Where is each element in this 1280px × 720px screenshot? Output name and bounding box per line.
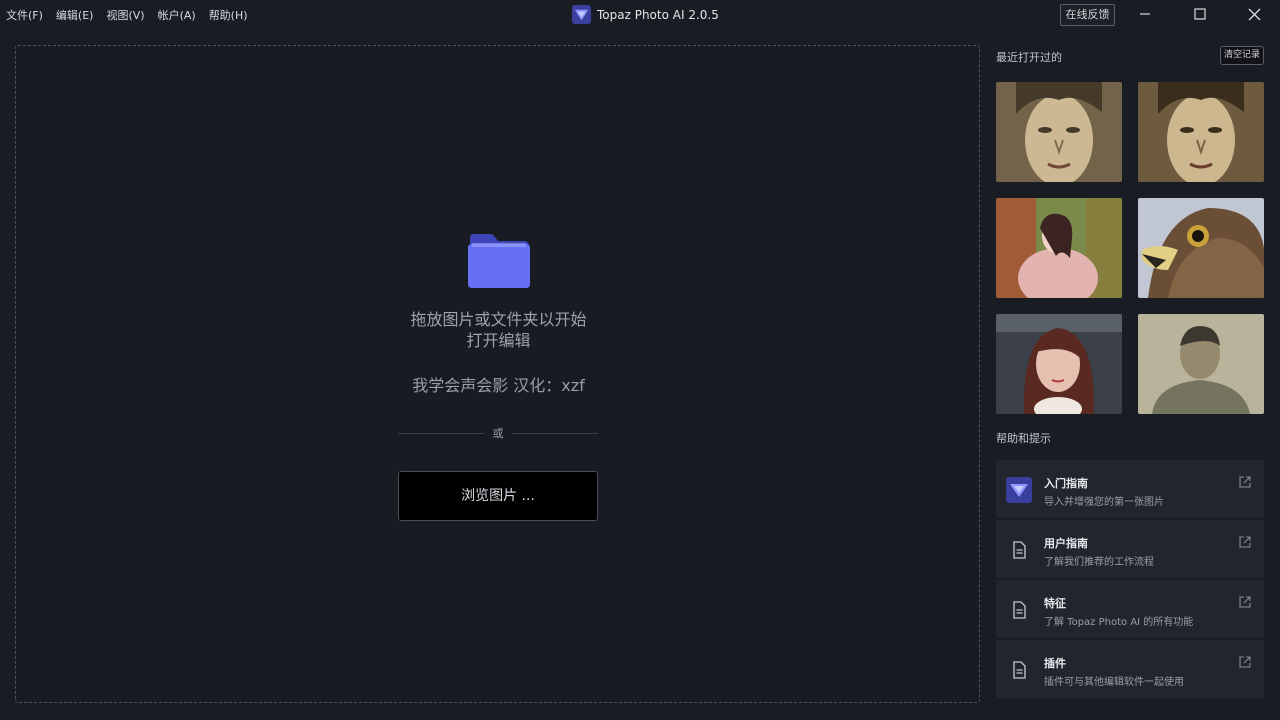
help-card-subtitle: 了解我们推荐的工作流程 [1044, 557, 1154, 568]
woman-portrait-image [996, 314, 1122, 414]
help-title: 帮助和提示 [996, 432, 1051, 445]
help-card-features[interactable]: 特征 了解 Topaz Photo AI 的所有功能 [996, 580, 1264, 639]
woman-blur-image [996, 198, 1122, 298]
drop-instruction-line2: 打开编辑 [466, 331, 531, 350]
drop-zone[interactable]: 拖放图片或文件夹以开始 打开编辑 我学会声会影 汉化：xzf 或 浏览图片 ..… [15, 45, 980, 703]
external-link-icon [1239, 536, 1251, 548]
recent-thumbnail[interactable] [996, 82, 1122, 182]
external-link-icon [1239, 476, 1251, 488]
recent-thumbnail[interactable] [996, 314, 1122, 414]
topaz-logo-icon [1006, 477, 1032, 503]
drop-instruction-line1: 拖放图片或文件夹以开始 [410, 310, 587, 329]
menu-view[interactable]: 视图(V) [106, 7, 144, 23]
topaz-logo-icon [572, 5, 591, 24]
or-divider: 或 [398, 424, 598, 442]
menu-bar: 文件(F) 编辑(E) 视图(V) 帐户(A) 帮助(H) [6, 7, 261, 23]
clear-history-button[interactable]: 清空记录 [1220, 46, 1264, 65]
recent-thumbnail[interactable] [996, 198, 1122, 298]
close-icon[interactable] [1245, 5, 1265, 25]
help-card-subtitle: 插件可与其他编辑软件一起使用 [1044, 677, 1184, 688]
menu-edit[interactable]: 编辑(E) [56, 7, 94, 23]
portrait-sepia-image [1138, 82, 1264, 182]
help-card-user-guide[interactable]: 用户指南 了解我们推荐的工作流程 [996, 520, 1264, 579]
credit-text: 我学会声会影 汉化：xzf [412, 376, 585, 395]
help-card-title: 特征 [1044, 597, 1066, 610]
menu-account[interactable]: 帐户(A) [158, 7, 196, 23]
recent-title: 最近打开过的 [996, 51, 1062, 64]
help-card-title: 入门指南 [1044, 477, 1088, 490]
menu-help[interactable]: 帮助(H) [209, 7, 248, 23]
portrait-sepia-image [996, 82, 1122, 182]
document-icon [1013, 661, 1026, 679]
old-man-portrait-image [1138, 314, 1264, 414]
document-icon [1013, 541, 1026, 559]
browse-images-button[interactable]: 浏览图片 ... [398, 471, 598, 521]
app-title-text: Topaz Photo AI 2.0.5 [597, 7, 719, 22]
help-card-title: 用户指南 [1044, 537, 1088, 550]
recent-thumbnail[interactable] [1138, 82, 1264, 182]
divider-line [512, 433, 598, 434]
eagle-image [1138, 198, 1264, 298]
help-card-title: 插件 [1044, 657, 1066, 670]
feedback-button[interactable]: 在线反馈 [1060, 4, 1115, 26]
recent-thumbnail[interactable] [1138, 314, 1264, 414]
folder-icon [468, 234, 530, 288]
external-link-icon [1239, 656, 1251, 668]
external-link-icon [1239, 596, 1251, 608]
title-bar: 文件(F) 编辑(E) 视图(V) 帐户(A) 帮助(H) Topaz Phot… [0, 0, 1280, 30]
app-title: Topaz Photo AI 2.0.5 [572, 5, 719, 24]
document-icon [1013, 601, 1026, 619]
menu-file[interactable]: 文件(F) [6, 7, 43, 23]
maximize-icon[interactable] [1190, 5, 1210, 25]
help-card-subtitle: 了解 Topaz Photo AI 的所有功能 [1044, 617, 1194, 628]
help-card-plugins[interactable]: 插件 插件可与其他编辑软件一起使用 [996, 640, 1264, 699]
help-card-subtitle: 导入并增强您的第一张图片 [1044, 497, 1164, 508]
minimize-icon[interactable] [1135, 5, 1155, 25]
recent-thumbnail[interactable] [1138, 198, 1264, 298]
help-card-getting-started[interactable]: 入门指南 导入并增强您的第一张图片 [996, 460, 1264, 519]
